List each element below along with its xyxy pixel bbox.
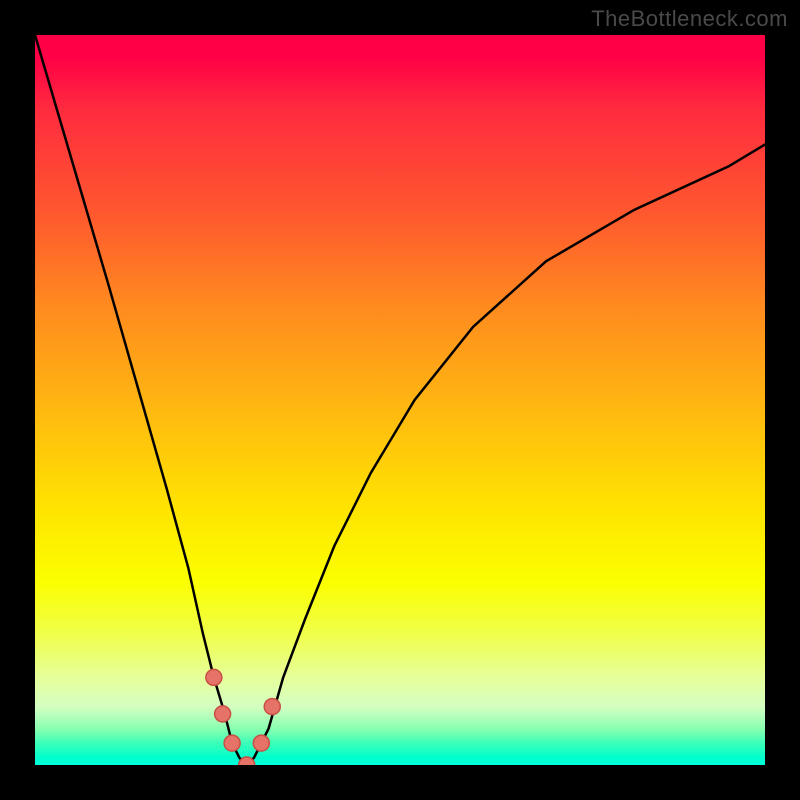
bottleneck-curve [35,35,765,765]
highlight-dot [215,706,231,722]
highlight-dot [224,735,240,751]
highlight-dot [264,699,280,715]
chart-frame: TheBottleneck.com [0,0,800,800]
curve-layer [35,35,765,765]
highlight-dots [206,669,280,765]
highlight-dot [206,669,222,685]
highlight-dot [253,735,269,751]
plot-area [35,35,765,765]
watermark-text: TheBottleneck.com [591,6,788,32]
